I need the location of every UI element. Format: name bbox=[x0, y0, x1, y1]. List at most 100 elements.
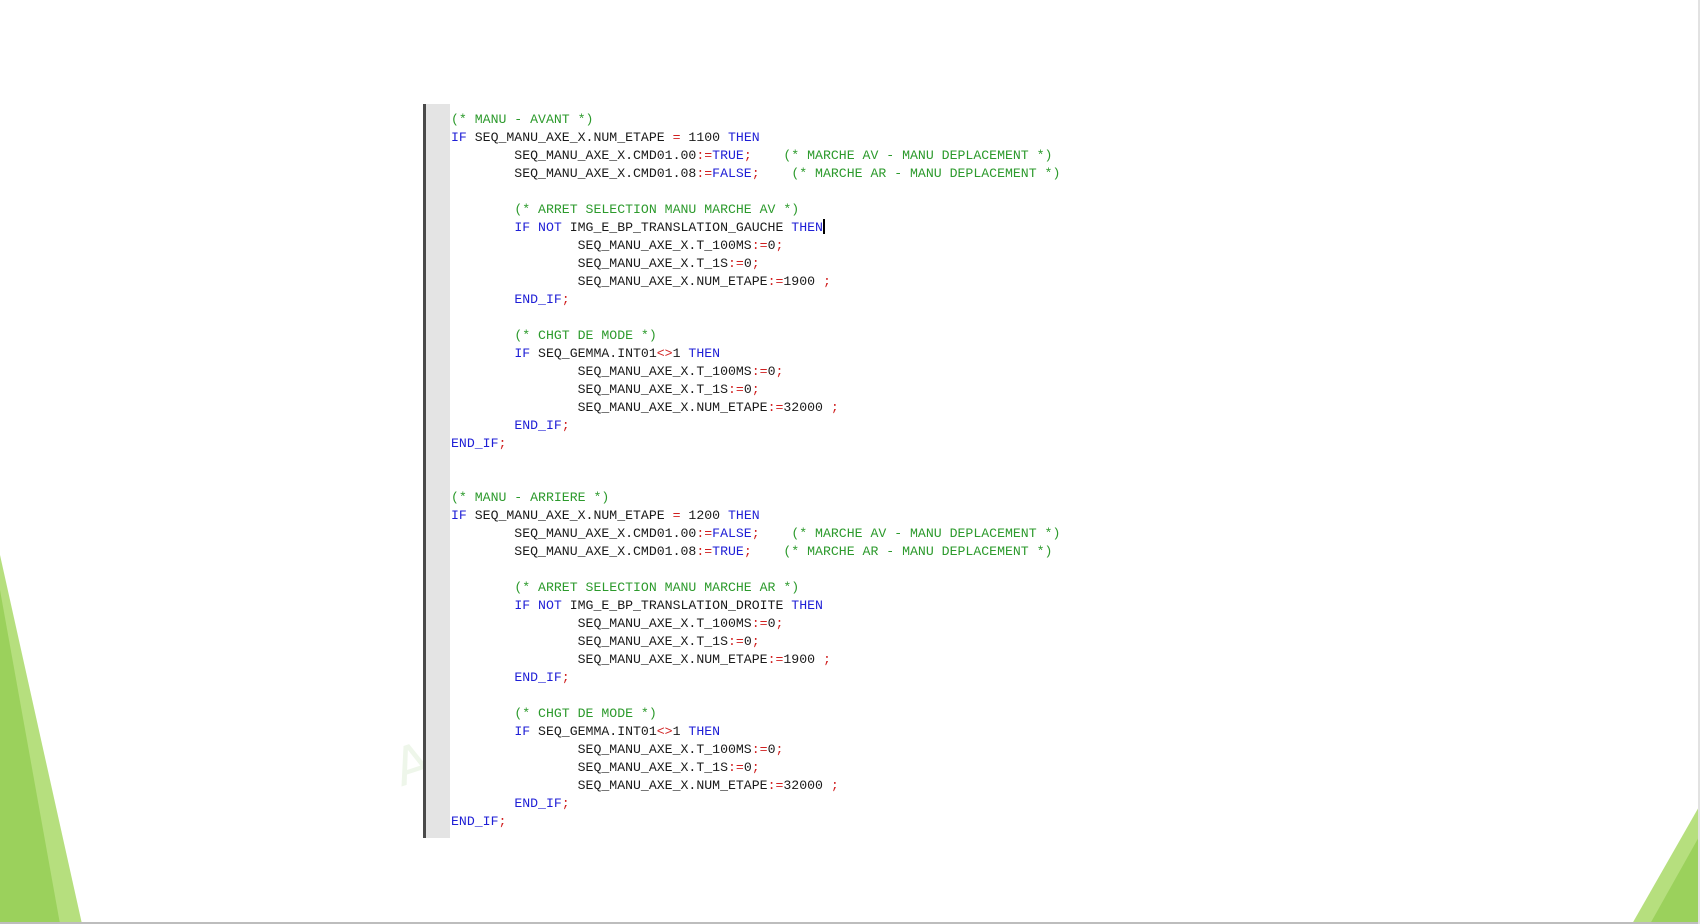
code-line[interactable]: SEQ_MANU_AXE_X.CMD01.08:=TRUE; (* MARCHE… bbox=[451, 543, 1060, 561]
code-operator: ; bbox=[822, 652, 831, 667]
code-line[interactable]: SEQ_MANU_AXE_X.T_1S:=0; bbox=[451, 255, 1060, 273]
code-text: 32000 bbox=[783, 778, 831, 793]
code-keyword: THEN bbox=[791, 598, 823, 613]
code-operator: ; bbox=[743, 148, 752, 163]
code-keyword: END_IF bbox=[451, 814, 499, 829]
code-keyword: TRUE bbox=[712, 148, 744, 163]
code-comment: (* CHGT DE MODE *) bbox=[514, 328, 657, 343]
editor-gutter bbox=[426, 104, 450, 838]
code-operator: := bbox=[767, 652, 784, 667]
code-line[interactable] bbox=[451, 183, 1060, 201]
code-line[interactable]: SEQ_MANU_AXE_X.T_100MS:=0; bbox=[451, 237, 1060, 255]
code-operator: := bbox=[751, 742, 768, 757]
code-text-area[interactable]: (* MANU - AVANT *) IF SEQ_MANU_AXE_X.NUM_… bbox=[451, 111, 1060, 831]
code-line[interactable]: IF SEQ_MANU_AXE_X.NUM_ETAPE = 1100 THEN bbox=[451, 129, 1060, 147]
code-operator: := bbox=[751, 238, 768, 253]
code-line[interactable] bbox=[451, 471, 1060, 489]
code-operator: ; bbox=[743, 544, 752, 559]
code-text: 32000 bbox=[783, 400, 831, 415]
code-text: 0 bbox=[743, 256, 752, 271]
code-line[interactable]: IF SEQ_MANU_AXE_X.NUM_ETAPE = 1200 THEN bbox=[451, 507, 1060, 525]
code-operator: := bbox=[727, 256, 744, 271]
code-operator: ; bbox=[561, 418, 570, 433]
code-text: SEQ_MANU_AXE_X.T_1S bbox=[451, 634, 728, 649]
code-line[interactable]: SEQ_MANU_AXE_X.T_100MS:=0; bbox=[451, 741, 1060, 759]
code-line[interactable]: (* ARRET SELECTION MANU MARCHE AV *) bbox=[451, 201, 1060, 219]
code-line[interactable]: (* CHGT DE MODE *) bbox=[451, 327, 1060, 345]
code-line[interactable]: SEQ_MANU_AXE_X.NUM_ETAPE:=1900 ; bbox=[451, 273, 1060, 291]
code-line[interactable]: SEQ_MANU_AXE_X.CMD01.00:=FALSE; (* MARCH… bbox=[451, 525, 1060, 543]
code-text: SEQ_MANU_AXE_X.T_100MS bbox=[451, 616, 752, 631]
code-text: 1 bbox=[672, 346, 689, 361]
code-operator: ; bbox=[775, 742, 784, 757]
code-operator: ; bbox=[751, 256, 760, 271]
code-line[interactable] bbox=[451, 453, 1060, 471]
code-text: SEQ_MANU_AXE_X.T_100MS bbox=[451, 238, 752, 253]
code-operator: ; bbox=[751, 166, 760, 181]
code-line[interactable]: SEQ_MANU_AXE_X.NUM_ETAPE:=32000 ; bbox=[451, 399, 1060, 417]
code-line[interactable]: IF NOT IMG_E_BP_TRANSLATION_DROITE THEN bbox=[451, 597, 1060, 615]
code-line[interactable]: END_IF; bbox=[451, 795, 1060, 813]
code-line[interactable] bbox=[451, 561, 1060, 579]
code-editor-panel[interactable]: (* MANU - AVANT *) IF SEQ_MANU_AXE_X.NUM_… bbox=[423, 104, 1123, 838]
code-operator: := bbox=[696, 544, 713, 559]
code-text: SEQ_MANU_AXE_X.T_1S bbox=[451, 382, 728, 397]
code-text: 1200 bbox=[680, 508, 728, 523]
code-line[interactable]: SEQ_MANU_AXE_X.CMD01.00:=TRUE; (* MARCHE… bbox=[451, 147, 1060, 165]
code-text: IMG_E_BP_TRANSLATION_GAUCHE bbox=[561, 220, 792, 235]
code-line[interactable]: SEQ_MANU_AXE_X.T_100MS:=0; bbox=[451, 615, 1060, 633]
code-keyword: FALSE bbox=[712, 526, 752, 541]
code-text: SEQ_MANU_AXE_X.NUM_ETAPE bbox=[466, 508, 673, 523]
code-line[interactable]: SEQ_MANU_AXE_X.NUM_ETAPE:=32000 ; bbox=[451, 777, 1060, 795]
code-comment: (* MARCHE AR - MANU DEPLACEMENT *) bbox=[783, 544, 1053, 559]
code-line[interactable] bbox=[451, 687, 1060, 705]
code-comment: (* MARCHE AR - MANU DEPLACEMENT *) bbox=[791, 166, 1061, 181]
code-operator: := bbox=[696, 166, 713, 181]
code-line[interactable]: END_IF; bbox=[451, 291, 1060, 309]
code-operator: ; bbox=[775, 238, 784, 253]
code-line[interactable]: (* MANU - AVANT *) bbox=[451, 111, 1060, 129]
code-text: SEQ_GEMMA.INT01 bbox=[530, 724, 657, 739]
code-line[interactable]: (* ARRET SELECTION MANU MARCHE AR *) bbox=[451, 579, 1060, 597]
code-line[interactable]: IF SEQ_GEMMA.INT01<>1 THEN bbox=[451, 345, 1060, 363]
code-operator: := bbox=[767, 778, 784, 793]
code-text: SEQ_MANU_AXE_X.T_100MS bbox=[451, 364, 752, 379]
code-text: SEQ_MANU_AXE_X.CMD01.00 bbox=[451, 526, 697, 541]
code-operator: ; bbox=[498, 814, 507, 829]
code-line[interactable]: SEQ_MANU_AXE_X.NUM_ETAPE:=1900 ; bbox=[451, 651, 1060, 669]
code-line[interactable]: END_IF; bbox=[451, 417, 1060, 435]
code-text: 0 bbox=[743, 760, 752, 775]
code-text: SEQ_MANU_AXE_X.NUM_ETAPE bbox=[466, 130, 673, 145]
code-line[interactable]: (* MANU - ARRIERE *) bbox=[451, 489, 1060, 507]
code-text: SEQ_MANU_AXE_X.T_100MS bbox=[451, 742, 752, 757]
code-line[interactable]: SEQ_MANU_AXE_X.T_1S:=0; bbox=[451, 633, 1060, 651]
code-line[interactable]: SEQ_MANU_AXE_X.CMD01.08:=FALSE; (* MARCH… bbox=[451, 165, 1060, 183]
code-line[interactable]: END_IF; bbox=[451, 669, 1060, 687]
code-line[interactable]: IF NOT IMG_E_BP_TRANSLATION_GAUCHE THEN bbox=[451, 219, 1060, 237]
code-line[interactable]: END_IF; bbox=[451, 813, 1060, 831]
code-line[interactable]: (* CHGT DE MODE *) bbox=[451, 705, 1060, 723]
code-text: 1900 bbox=[783, 274, 823, 289]
code-comment: (* MANU - AVANT *) bbox=[451, 112, 594, 127]
code-line[interactable]: SEQ_MANU_AXE_X.T_1S:=0; bbox=[451, 759, 1060, 777]
code-operator: := bbox=[767, 274, 784, 289]
code-line[interactable]: SEQ_MANU_AXE_X.T_100MS:=0; bbox=[451, 363, 1060, 381]
code-operator: ; bbox=[775, 364, 784, 379]
code-line[interactable]: END_IF; bbox=[451, 435, 1060, 453]
code-keyword: THEN bbox=[728, 130, 760, 145]
code-line[interactable]: SEQ_MANU_AXE_X.T_1S:=0; bbox=[451, 381, 1060, 399]
code-operator: ; bbox=[751, 526, 760, 541]
code-line[interactable] bbox=[451, 309, 1060, 327]
code-line[interactable]: IF SEQ_GEMMA.INT01<>1 THEN bbox=[451, 723, 1060, 741]
code-keyword: IF bbox=[451, 508, 467, 523]
code-operator: ; bbox=[751, 382, 760, 397]
